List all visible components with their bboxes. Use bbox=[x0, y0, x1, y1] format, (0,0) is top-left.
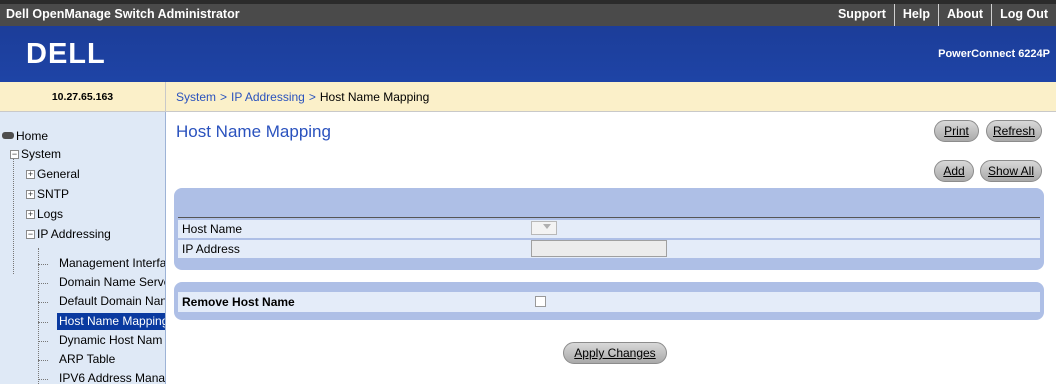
collapse-icon[interactable]: − bbox=[10, 150, 19, 159]
banner: DELL PowerConnect 6224P bbox=[0, 26, 1056, 82]
refresh-button[interactable]: Refresh bbox=[986, 120, 1042, 142]
sidebar-item-dynamic-host-name[interactable]: Dynamic Host Nam bbox=[59, 332, 162, 349]
collapse-icon[interactable]: − bbox=[26, 230, 35, 239]
top-bar: Dell OpenManage Switch Administrator Sup… bbox=[0, 0, 1056, 26]
add-button[interactable]: Add bbox=[934, 160, 974, 182]
sidebar-item-label: IP Addressing bbox=[37, 227, 111, 241]
sidebar-item-ipv6-address-management[interactable]: IPV6 Address Mana bbox=[59, 370, 165, 384]
host-name-row: Host Name bbox=[178, 220, 1040, 238]
home-icon bbox=[2, 132, 14, 139]
sidebar-item-home[interactable]: Home bbox=[2, 128, 48, 145]
sidebar-tree: Home − System + General + SNTP + Logs − IP Ad… bbox=[0, 112, 166, 384]
show-all-button[interactable]: Show All bbox=[980, 160, 1042, 182]
expand-icon[interactable]: + bbox=[26, 170, 35, 179]
tree-line bbox=[38, 341, 48, 342]
help-link[interactable]: Help bbox=[893, 4, 938, 26]
logout-link[interactable]: Log Out bbox=[991, 4, 1056, 26]
tree-line bbox=[38, 302, 48, 303]
sidebar-item-arp-table[interactable]: ARP Table bbox=[59, 351, 115, 368]
top-links: Support Help About Log Out bbox=[830, 4, 1056, 26]
sidebar-item-default-domain-name[interactable]: Default Domain Nan bbox=[59, 293, 165, 310]
breadcrumb-current: Host Name Mapping bbox=[319, 90, 430, 104]
tree-line bbox=[38, 264, 48, 265]
sidebar-item-label: Logs bbox=[37, 207, 64, 221]
page-title: Host Name Mapping bbox=[176, 122, 331, 141]
expand-icon[interactable]: + bbox=[26, 190, 35, 199]
print-button[interactable]: Print bbox=[934, 120, 979, 142]
sidebar-item-host-name-mapping[interactable]: Host Name Mapping bbox=[57, 313, 165, 330]
breadcrumb: System > IP Addressing > Host Name Mapping bbox=[176, 90, 429, 104]
sidebar-item-domain-name-server[interactable]: Domain Name Serve bbox=[59, 274, 165, 291]
tree-line bbox=[38, 360, 48, 361]
sidebar-item-label: SNTP bbox=[37, 187, 70, 201]
switch-ip-address: 10.27.65.163 bbox=[0, 82, 166, 112]
form-header-divider bbox=[178, 217, 1040, 218]
product-name: PowerConnect 6224P bbox=[938, 48, 1050, 60]
sidebar-item-logs[interactable]: + Logs bbox=[26, 206, 63, 223]
ip-address-label: IP Address bbox=[182, 242, 240, 256]
tree-line bbox=[38, 322, 48, 323]
remove-host-name-checkbox[interactable] bbox=[535, 296, 546, 307]
sidebar-item-label: General bbox=[37, 167, 80, 181]
chevron-down-icon bbox=[543, 224, 551, 229]
remove-host-name-label: Remove Host Name bbox=[182, 295, 295, 309]
app-title: Dell OpenManage Switch Administrator bbox=[6, 7, 240, 21]
tree-line bbox=[38, 283, 48, 284]
sidebar-item-management-interface[interactable]: Management Interfa bbox=[59, 255, 165, 272]
expand-icon[interactable]: + bbox=[26, 210, 35, 219]
tree-line bbox=[38, 379, 48, 380]
breadcrumb-bar: System > IP Addressing > Host Name Mapping bbox=[166, 82, 1056, 112]
sidebar-item-label: System bbox=[21, 147, 62, 161]
apply-changes-button[interactable]: Apply Changes bbox=[563, 342, 667, 364]
support-link[interactable]: Support bbox=[830, 4, 894, 26]
breadcrumb-separator: > bbox=[308, 90, 316, 104]
dell-logo-text: DELL bbox=[26, 38, 106, 68]
sidebar-item-sntp[interactable]: + SNTP bbox=[26, 186, 69, 203]
sidebar-item-ip-addressing[interactable]: − IP Addressing bbox=[26, 226, 111, 243]
breadcrumb-separator: > bbox=[220, 90, 228, 104]
dell-logo: DELL bbox=[26, 38, 106, 68]
ip-address-input[interactable] bbox=[531, 240, 667, 257]
sidebar-item-label: Home bbox=[16, 129, 49, 143]
about-link[interactable]: About bbox=[937, 4, 991, 26]
tree-line bbox=[13, 154, 14, 274]
breadcrumb-ip-addressing[interactable]: IP Addressing bbox=[231, 90, 305, 104]
sidebar-item-system[interactable]: − System bbox=[10, 146, 61, 163]
sidebar-item-general[interactable]: + General bbox=[26, 166, 80, 183]
host-name-label: Host Name bbox=[182, 222, 243, 236]
remove-host-row: Remove Host Name bbox=[178, 292, 1040, 312]
host-name-select[interactable] bbox=[531, 221, 557, 235]
breadcrumb-system[interactable]: System bbox=[176, 90, 216, 104]
tree-line bbox=[38, 248, 39, 384]
